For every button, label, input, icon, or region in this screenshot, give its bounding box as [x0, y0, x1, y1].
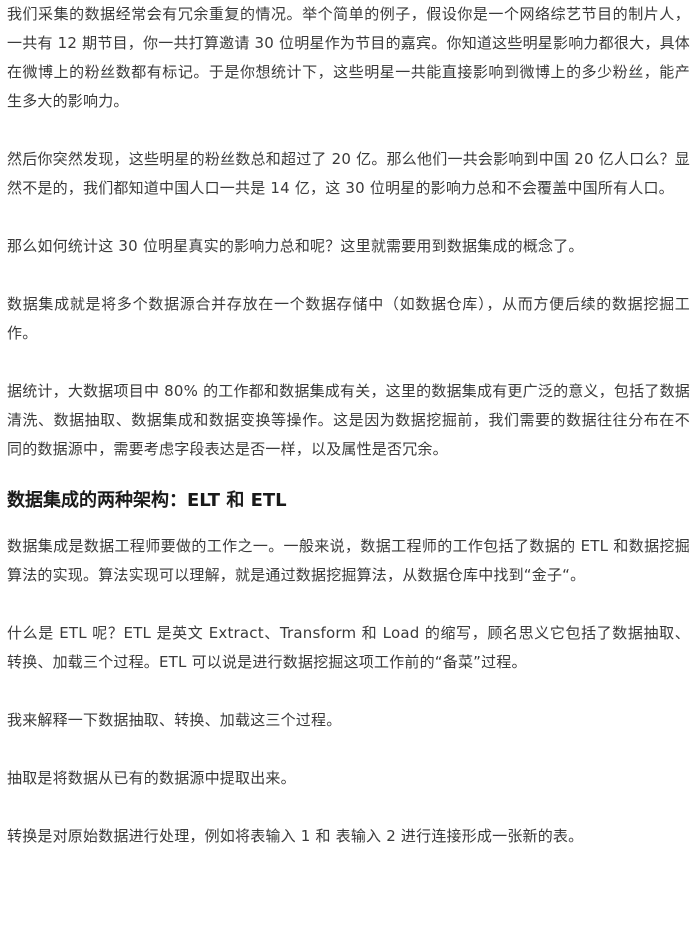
- paragraph-statistics: 据统计，大数据项目中 80% 的工作都和数据集成有关，这里的数据集成有更广泛的意…: [7, 382, 690, 458]
- paragraph-extract: 抽取是将数据从已有的数据源中提取出来。: [7, 769, 296, 787]
- section-heading: 数据集成的两种架构：ELT 和 ETL: [7, 490, 287, 511]
- paragraph-redundancy-example: 我们采集的数据经常会有冗余重复的情况。举个简单的例子，假设你是一个网络综艺节目的…: [7, 5, 690, 110]
- paragraph-engineer-work: 数据集成是数据工程师要做的工作之一。一般来说，数据工程师的工作包括了数据的 ET…: [7, 537, 691, 584]
- paragraph-transform: 转换是对原始数据进行处理，例如将表输入 1 和 表输入 2 进行连接形成一张新的…: [7, 827, 584, 845]
- paragraph-question: 那么如何统计这 30 位明星真实的影响力总和呢？这里就需要用到数据集成的概念了。: [7, 237, 584, 255]
- paragraph-fan-count: 然后你突然发现，这些明星的粉丝数总和超过了 20 亿。那么他们一共会影响到中国 …: [7, 150, 690, 197]
- paragraph-explain-intro: 我来解释一下数据抽取、转换、加载这三个过程。: [7, 711, 342, 729]
- paragraph-etl-meaning: 什么是 ETL 呢？ETL 是英文 Extract、Transform 和 Lo…: [7, 624, 690, 671]
- paragraph-definition: 数据集成就是将多个数据源合并存放在一个数据存储中（如数据仓库），从而方便后续的数…: [7, 295, 690, 342]
- article-body: 我们采集的数据经常会有冗余重复的情况。举个简单的例子，假设你是一个网络综艺节目的…: [7, 0, 690, 851]
